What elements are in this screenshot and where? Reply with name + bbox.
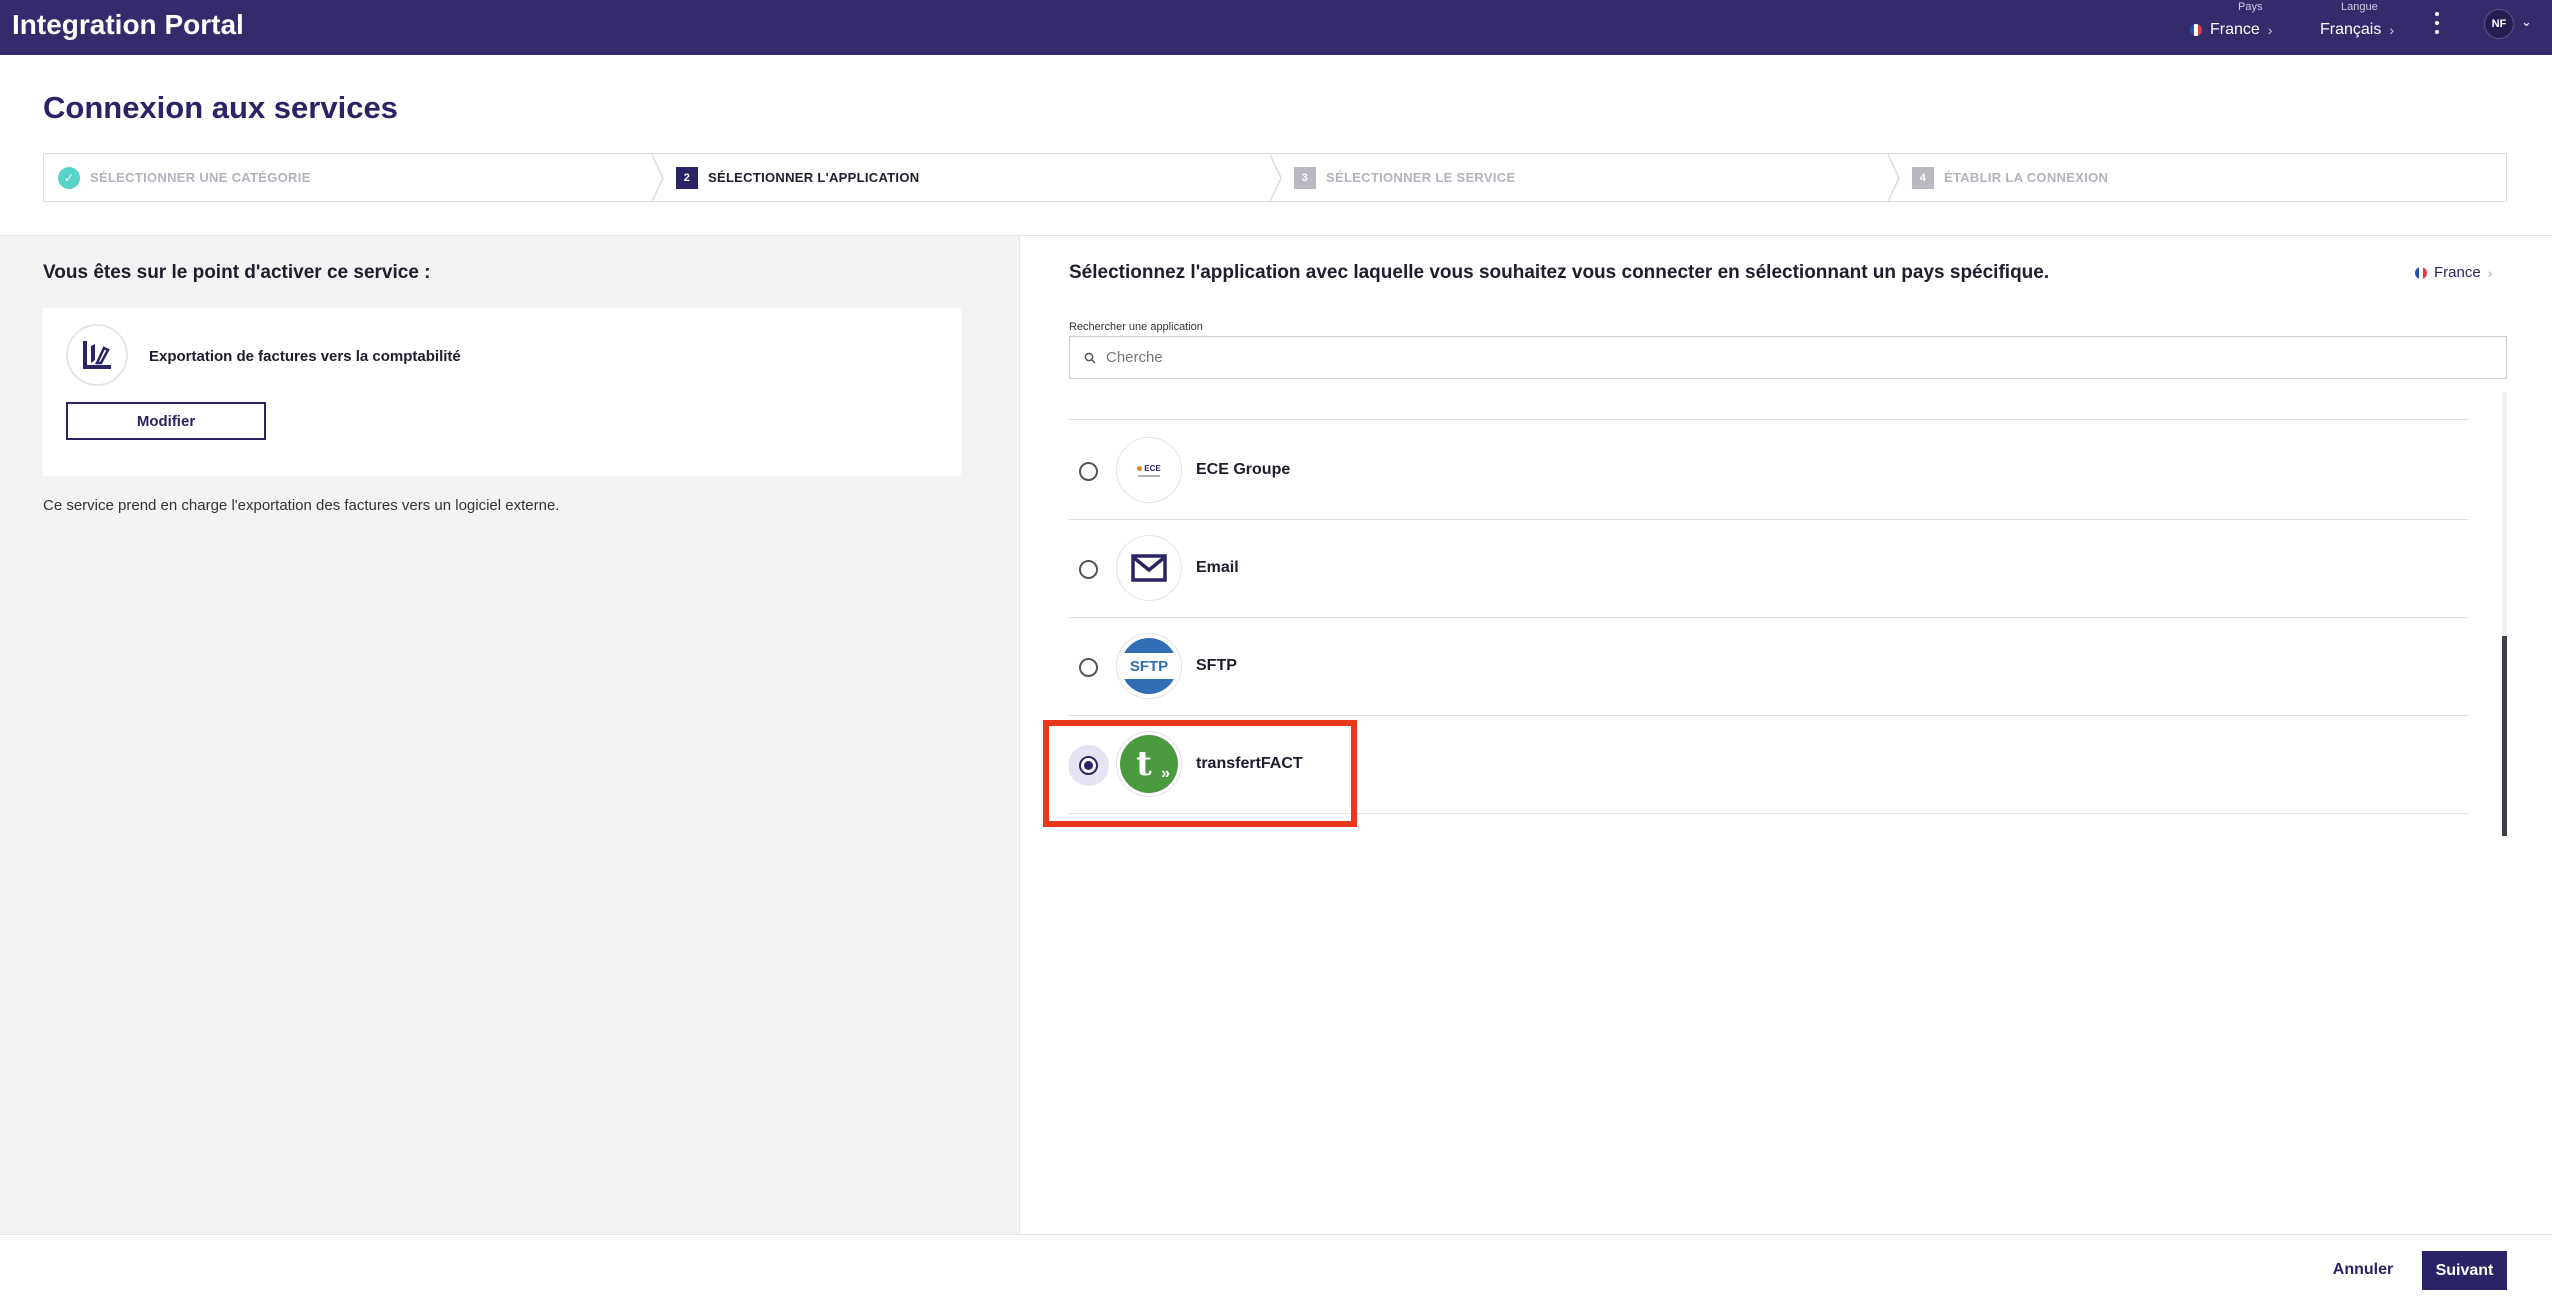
step-label: SÉLECTIONNER L'APPLICATION — [708, 170, 920, 185]
france-flag-icon — [2415, 266, 2427, 279]
right-heading: Sélectionnez l'application avec laquelle… — [1069, 262, 2050, 283]
email-icon — [1116, 535, 1182, 601]
stepper: ✓ SÉLECTIONNER UNE CATÉGORIE 2 SÉLECTION… — [43, 153, 2507, 203]
page-title: Connexion aux services — [43, 90, 398, 125]
selection-highlight-box — [1043, 720, 1357, 827]
app-radio[interactable] — [1079, 462, 1098, 481]
step-select-category[interactable]: ✓ SÉLECTIONNER UNE CATÉGORIE — [44, 153, 664, 203]
search-label: Rechercher une application — [1069, 321, 1203, 333]
app-radio[interactable] — [1079, 560, 1098, 579]
country-filter[interactable]: France › — [2415, 264, 2492, 281]
modify-button[interactable]: Modifier — [66, 402, 266, 440]
user-avatar[interactable]: NF — [2484, 9, 2514, 39]
list-scrollbar-thumb[interactable] — [2502, 636, 2507, 836]
app-row-sftp[interactable]: SFTP SFTP — [1069, 618, 2469, 716]
app-name: ECE Groupe — [1196, 461, 1291, 478]
left-heading: Vous êtes sur le point d'activer ce serv… — [43, 262, 431, 283]
ece-logo-text: ECE — [1144, 463, 1161, 473]
list-item[interactable] — [1069, 392, 2469, 420]
app-row-email[interactable]: Email — [1069, 520, 2469, 618]
app-title: Integration Portal — [12, 9, 244, 40]
chevron-right-icon: › — [2267, 22, 2273, 38]
app-row-ece-groupe[interactable]: ECE ECE Groupe — [1069, 422, 2469, 520]
service-description: Ce service prend en charge l'exportation… — [43, 497, 560, 514]
footer-divider — [0, 1234, 2552, 1235]
france-flag-icon — [2190, 24, 2202, 36]
search-input[interactable] — [1106, 349, 2406, 366]
app-radio[interactable] — [1079, 658, 1098, 677]
country-value: France — [2210, 21, 2260, 38]
step-select-service: 3 SÉLECTIONNER LE SERVICE — [1270, 153, 1900, 203]
service-summary-panel: Vous êtes sur le point d'activer ce serv… — [0, 236, 1020, 1234]
step-establish-connection: 4 ÉTABLIR LA CONNEXION — [1888, 154, 2506, 201]
chevron-right-icon: › — [2487, 264, 2493, 281]
step-number: 4 — [1912, 166, 1934, 189]
check-icon: ✓ — [58, 166, 80, 189]
step-label: ÉTABLIR LA CONNEXION — [1944, 170, 2109, 185]
step-label: SÉLECTIONNER UNE CATÉGORIE — [90, 170, 311, 185]
sftp-logo: SFTP — [1116, 633, 1182, 699]
language-label: Langue — [2341, 1, 2378, 13]
step-number: 2 — [676, 166, 698, 189]
cancel-button[interactable]: Annuler — [2328, 1250, 2398, 1290]
sftp-logo-text: SFTP — [1129, 657, 1169, 675]
language-value: Français — [2320, 21, 2382, 38]
ece-groupe-logo: ECE — [1116, 437, 1182, 503]
language-selector[interactable]: Langue Français › — [2320, 0, 2420, 55]
country-selector[interactable]: Pays France › — [2190, 0, 2280, 55]
app-name: SFTP — [1196, 657, 1237, 674]
invoice-export-icon — [66, 324, 128, 386]
more-options-icon[interactable] — [2430, 10, 2444, 36]
search-box[interactable] — [1069, 336, 2507, 379]
country-label: Pays — [2238, 1, 2263, 13]
search-icon — [1084, 352, 1096, 364]
service-card: Exportation de factures vers la comptabi… — [43, 308, 961, 476]
step-label: SÉLECTIONNER LE SERVICE — [1326, 170, 1516, 185]
step-select-application: 2 SÉLECTIONNER L'APPLICATION — [652, 153, 1282, 203]
chevron-right-icon: › — [2389, 22, 2395, 38]
top-bar: Integration Portal Pays France › Langue … — [0, 0, 2552, 55]
step-number: 3 — [1294, 166, 1316, 189]
chevron-down-icon[interactable]: ⌄ — [2521, 14, 2532, 30]
next-button[interactable]: Suivant — [2422, 1251, 2507, 1290]
app-name: Email — [1196, 559, 1239, 576]
country-filter-value: France — [2434, 264, 2481, 281]
service-name: Exportation de factures vers la comptabi… — [149, 348, 461, 365]
